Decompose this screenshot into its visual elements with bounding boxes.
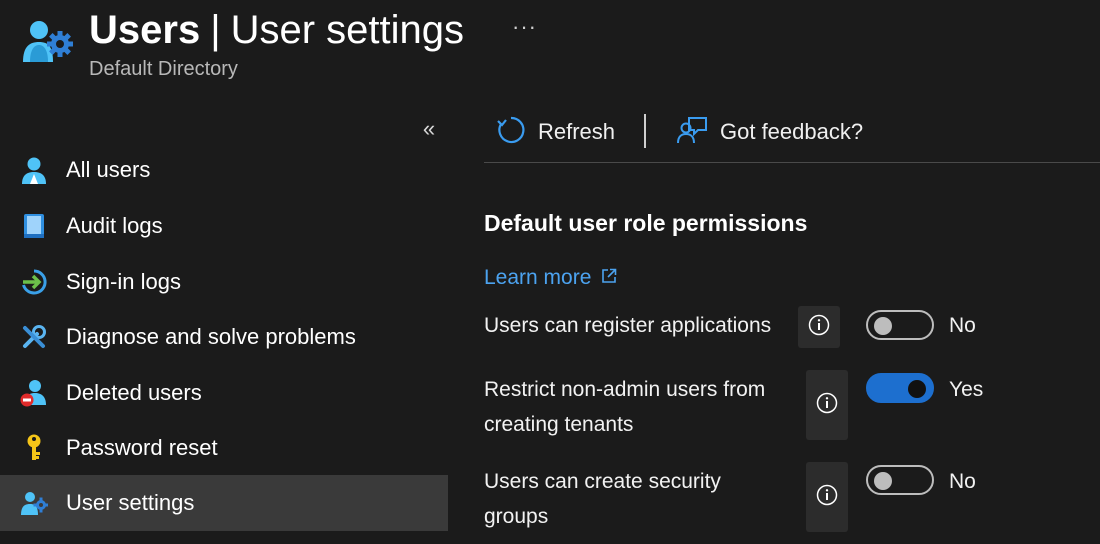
sidebar-item-password-reset[interactable]: Password reset [0, 420, 448, 476]
toggle-value: No [949, 314, 976, 337]
page-subtitle: Default Directory [89, 58, 238, 80]
key-icon [20, 434, 48, 462]
sidebar-item-label: Audit logs [66, 213, 163, 238]
sidebar-item-label: All users [66, 157, 151, 182]
sign-in-icon [20, 268, 48, 296]
sidebar-item-audit-logs[interactable]: Audit logs [0, 198, 448, 254]
setting-label-line: groups [484, 505, 549, 528]
user-icon [20, 156, 48, 184]
sidebar-item-label: Sign-in logs [66, 269, 181, 294]
more-options-button[interactable]: ··· [512, 14, 537, 40]
setting-label-security-groups: Users can create security groups [484, 464, 721, 534]
collapse-sidebar-button[interactable]: « [414, 116, 444, 142]
learn-more-link[interactable]: Learn more [484, 266, 617, 290]
sidebar-item-label: Password reset [66, 435, 218, 460]
refresh-label: Refresh [538, 119, 616, 144]
info-button[interactable] [806, 462, 848, 532]
wrench-icon [20, 323, 48, 351]
users-gear-icon [20, 489, 48, 517]
toolbar-divider [644, 114, 646, 148]
toggle-security-groups[interactable] [866, 465, 934, 495]
toggle-register-apps[interactable] [866, 310, 934, 340]
toolbar-divider-line [484, 162, 1100, 163]
feedback-button[interactable]: Got feedback? [676, 112, 863, 152]
page-title: Users | User settings [89, 6, 464, 54]
setting-label-register-apps: Users can register applications [484, 314, 772, 337]
info-icon [816, 484, 838, 511]
sidebar-item-label: Diagnose and solve problems [66, 324, 356, 349]
sidebar-item-label: User settings [66, 490, 195, 515]
toggle-value: Yes [949, 378, 984, 401]
setting-label-line: creating tenants [484, 413, 634, 436]
info-icon [816, 392, 838, 419]
sidebar-item-label: Deleted users [66, 380, 202, 405]
info-button[interactable] [798, 306, 840, 348]
setting-label-line: Users can create security [484, 470, 721, 493]
setting-label-line: Restrict non-admin users from [484, 378, 766, 401]
learn-more-label: Learn more [484, 266, 592, 289]
title-service: Users [89, 8, 201, 52]
feedback-label: Got feedback? [720, 119, 864, 144]
deleted-user-icon [20, 379, 48, 407]
sidebar-item-sign-in-logs[interactable]: Sign-in logs [0, 254, 448, 310]
refresh-icon [496, 115, 526, 150]
refresh-button[interactable]: Refresh [496, 112, 615, 152]
title-separator: | [210, 8, 221, 52]
title-page: User settings [230, 8, 465, 52]
toggle-knob [874, 317, 892, 335]
external-link-icon [591, 266, 617, 290]
toggle-knob [874, 472, 892, 490]
user-settings-page: Users | User settings ··· Default Director… [0, 0, 1100, 544]
sidebar-item-user-settings[interactable]: User settings [0, 475, 448, 531]
info-button[interactable] [806, 370, 848, 440]
toggle-knob [908, 380, 926, 398]
toggle-restrict-tenants[interactable] [866, 373, 934, 403]
toggle-value: No [949, 470, 976, 493]
sidebar-item-deleted-users[interactable]: Deleted users [0, 365, 448, 421]
section-title: Default user role permissions [484, 210, 808, 236]
feedback-icon [676, 115, 708, 150]
setting-label-restrict-tenants: Restrict non-admin users from creating t… [484, 372, 765, 442]
users-gear-icon [20, 14, 74, 68]
info-icon [808, 314, 830, 341]
sidebar-item-diagnose[interactable]: Diagnose and solve problems [0, 309, 448, 365]
sidebar-item-all-users[interactable]: All users [0, 142, 448, 198]
book-icon [20, 212, 48, 240]
